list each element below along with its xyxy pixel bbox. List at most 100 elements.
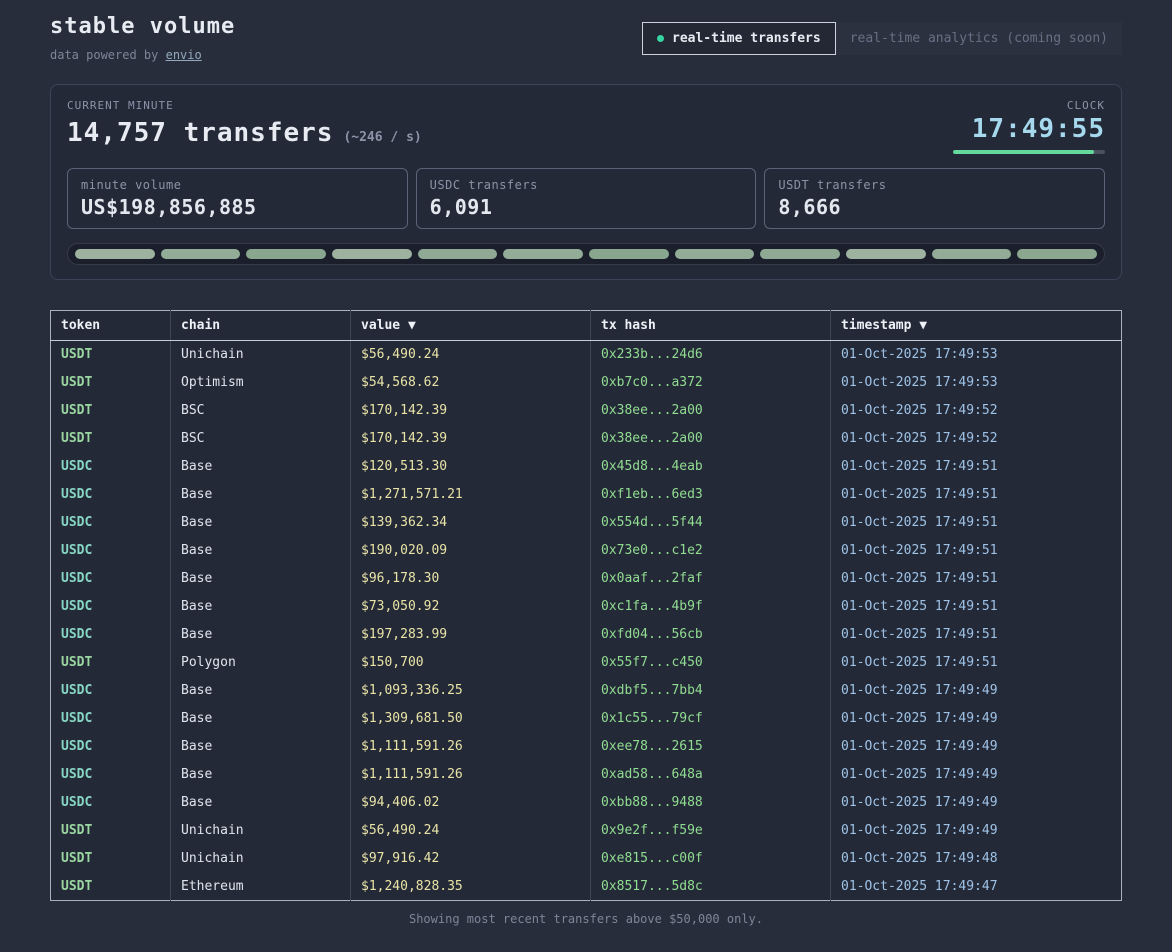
timestamp-cell: 01-Oct-2025 17:49:51 bbox=[831, 649, 1122, 677]
chain-cell: Ethereum bbox=[171, 873, 351, 901]
stat-card-usdt-transfers: USDT transfers 8,666 bbox=[764, 168, 1105, 229]
tx-hash-cell: 0x233b...24d6 bbox=[591, 341, 831, 369]
table-row: USDTOptimism$54,568.620xb7c0...a37201-Oc… bbox=[51, 369, 1122, 397]
tx-hash-cell: 0x38ee...2a00 bbox=[591, 425, 831, 453]
timestamp-cell: 01-Oct-2025 17:49:51 bbox=[831, 621, 1122, 649]
value-cell: $73,050.92 bbox=[351, 593, 591, 621]
table-row: USDTUnichain$56,490.240x233b...24d601-Oc… bbox=[51, 341, 1122, 369]
timestamp-cell: 01-Oct-2025 17:49:47 bbox=[831, 873, 1122, 901]
token-cell: USDC bbox=[51, 593, 171, 621]
timestamp-cell: 01-Oct-2025 17:49:51 bbox=[831, 593, 1122, 621]
token-cell: USDC bbox=[51, 509, 171, 537]
token-cell: USDC bbox=[51, 733, 171, 761]
table-row: USDCBase$120,513.300x45d8...4eab01-Oct-2… bbox=[51, 453, 1122, 481]
token-cell: USDT bbox=[51, 817, 171, 845]
tab-real-time-transfers[interactable]: real-time transfers bbox=[642, 22, 836, 55]
tx-hash-cell: 0xad58...648a bbox=[591, 761, 831, 789]
token-cell: USDC bbox=[51, 621, 171, 649]
value-cell: $170,142.39 bbox=[351, 425, 591, 453]
clock-box: CLOCK 17:49:55 bbox=[953, 99, 1105, 154]
value-cell: $150,700 bbox=[351, 649, 591, 677]
tab-real-time-analytics[interactable]: real-time analytics (coming soon) bbox=[836, 22, 1122, 55]
chain-cell: Base bbox=[171, 733, 351, 761]
token-cell: USDC bbox=[51, 761, 171, 789]
value-cell: $94,406.02 bbox=[351, 789, 591, 817]
progress-segment bbox=[75, 249, 155, 259]
value-cell: $1,271,571.21 bbox=[351, 481, 591, 509]
value-cell: $56,490.24 bbox=[351, 341, 591, 369]
view-tabs: real-time transfers real-time analytics … bbox=[642, 22, 1122, 55]
tx-hash-cell: 0x55f7...c450 bbox=[591, 649, 831, 677]
stat-card-usdc-transfers: USDC transfers 6,091 bbox=[416, 168, 757, 229]
value-cell: $170,142.39 bbox=[351, 397, 591, 425]
token-cell: USDC bbox=[51, 789, 171, 817]
stat-cards: minute volume US$198,856,885 USDC transf… bbox=[67, 168, 1105, 229]
progress-segment bbox=[418, 249, 498, 259]
stat-label: USDT transfers bbox=[778, 178, 1091, 192]
value-cell: $1,111,591.26 bbox=[351, 761, 591, 789]
timestamp-cell: 01-Oct-2025 17:49:49 bbox=[831, 705, 1122, 733]
value-cell: $56,490.24 bbox=[351, 817, 591, 845]
top-bar: stable volume data powered by envio real… bbox=[50, 14, 1122, 62]
progress-segment bbox=[503, 249, 583, 259]
powered-by: data powered by envio bbox=[50, 48, 235, 62]
live-dot-icon bbox=[657, 35, 664, 42]
transfers-count: 14,757 transfers bbox=[67, 118, 333, 148]
token-cell: USDC bbox=[51, 705, 171, 733]
token-cell: USDT bbox=[51, 649, 171, 677]
col-tx-hash: tx hash bbox=[591, 311, 831, 341]
tx-hash-cell: 0xc1fa...4b9f bbox=[591, 593, 831, 621]
tab-transfers-label: real-time transfers bbox=[672, 31, 821, 46]
chain-cell: Base bbox=[171, 453, 351, 481]
table-body: USDTUnichain$56,490.240x233b...24d601-Oc… bbox=[51, 341, 1122, 901]
token-cell: USDT bbox=[51, 873, 171, 901]
value-cell: $139,362.34 bbox=[351, 509, 591, 537]
chain-cell: BSC bbox=[171, 425, 351, 453]
timestamp-cell: 01-Oct-2025 17:49:51 bbox=[831, 481, 1122, 509]
value-cell: $1,240,828.35 bbox=[351, 873, 591, 901]
token-cell: USDT bbox=[51, 397, 171, 425]
value-cell: $190,020.09 bbox=[351, 537, 591, 565]
tx-hash-cell: 0x73e0...c1e2 bbox=[591, 537, 831, 565]
value-cell: $96,178.30 bbox=[351, 565, 591, 593]
token-cell: USDT bbox=[51, 369, 171, 397]
table-row: USDTBSC$170,142.390x38ee...2a0001-Oct-20… bbox=[51, 425, 1122, 453]
tx-hash-cell: 0xdbf5...7bb4 bbox=[591, 677, 831, 705]
tx-hash-cell: 0xb7c0...a372 bbox=[591, 369, 831, 397]
tx-hash-cell: 0xee78...2615 bbox=[591, 733, 831, 761]
chain-cell: Unichain bbox=[171, 817, 351, 845]
tx-hash-cell: 0xf1eb...6ed3 bbox=[591, 481, 831, 509]
chain-cell: Base bbox=[171, 509, 351, 537]
table-row: USDTUnichain$97,916.420xe815...c00f01-Oc… bbox=[51, 845, 1122, 873]
table-row: USDCBase$96,178.300x0aaf...2faf01-Oct-20… bbox=[51, 565, 1122, 593]
stat-value: 8,666 bbox=[778, 195, 1091, 219]
token-cell: USDC bbox=[51, 565, 171, 593]
transfers-summary: CURRENT MINUTE 14,757 transfers (~246 / … bbox=[67, 99, 422, 148]
tx-hash-cell: 0x554d...5f44 bbox=[591, 509, 831, 537]
timestamp-cell: 01-Oct-2025 17:49:52 bbox=[831, 397, 1122, 425]
stat-value: US$198,856,885 bbox=[81, 195, 394, 219]
progress-segment bbox=[675, 249, 755, 259]
timestamp-cell: 01-Oct-2025 17:49:53 bbox=[831, 369, 1122, 397]
table-header-row: token chain value ▼ tx hash timestamp ▼ bbox=[51, 311, 1122, 341]
envio-link[interactable]: envio bbox=[166, 48, 202, 62]
progress-segment bbox=[246, 249, 326, 259]
panel-top-row: CURRENT MINUTE 14,757 transfers (~246 / … bbox=[67, 99, 1105, 154]
tx-hash-cell: 0x45d8...4eab bbox=[591, 453, 831, 481]
table-row: USDCBase$1,111,591.260xee78...261501-Oct… bbox=[51, 733, 1122, 761]
page: stable volume data powered by envio real… bbox=[0, 0, 1172, 926]
timestamp-cell: 01-Oct-2025 17:49:51 bbox=[831, 537, 1122, 565]
clock-progress-fill bbox=[953, 150, 1094, 154]
col-value-sort[interactable]: value ▼ bbox=[351, 311, 591, 341]
table-row: USDCBase$1,271,571.210xf1eb...6ed301-Oct… bbox=[51, 481, 1122, 509]
stat-value: 6,091 bbox=[430, 195, 743, 219]
transfers-table: token chain value ▼ tx hash timestamp ▼ … bbox=[50, 310, 1122, 901]
progress-segment bbox=[932, 249, 1012, 259]
table-row: USDTEthereum$1,240,828.350x8517...5d8c01… bbox=[51, 873, 1122, 901]
table-row: USDCBase$94,406.020xbb88...948801-Oct-20… bbox=[51, 789, 1122, 817]
col-timestamp-sort[interactable]: timestamp ▼ bbox=[831, 311, 1122, 341]
tx-hash-cell: 0x38ee...2a00 bbox=[591, 397, 831, 425]
progress-segment bbox=[161, 249, 241, 259]
chain-cell: Base bbox=[171, 537, 351, 565]
table-row: USDCBase$190,020.090x73e0...c1e201-Oct-2… bbox=[51, 537, 1122, 565]
